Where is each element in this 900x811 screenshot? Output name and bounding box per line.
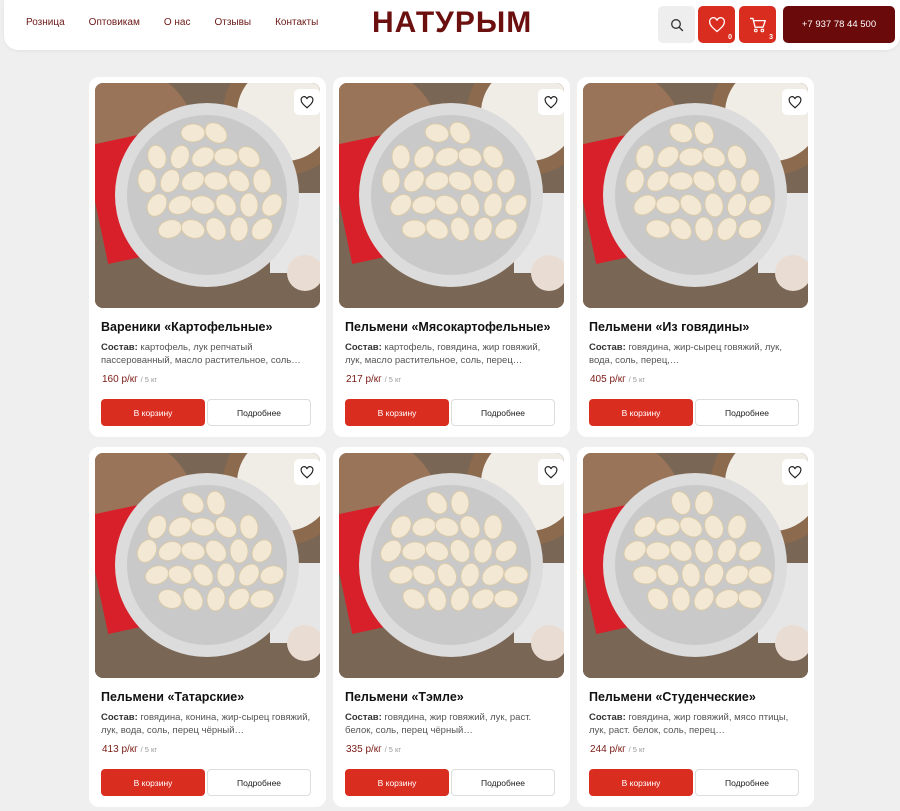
- composition-label: Состав:: [589, 712, 626, 723]
- product-photo[interactable]: [95, 453, 320, 678]
- add-to-cart-button[interactable]: В корзину: [345, 399, 449, 426]
- product-photo[interactable]: [339, 453, 564, 678]
- dumplings-photo-illustration: [583, 453, 808, 678]
- price-value: 413 р/кг: [102, 744, 138, 755]
- nav-about[interactable]: О нас: [164, 17, 191, 28]
- composition-label: Состав:: [345, 712, 382, 723]
- add-to-cart-button[interactable]: В корзину: [345, 769, 449, 796]
- heart-icon: [544, 465, 558, 479]
- product-title[interactable]: Пельмени «Из говядины»: [589, 320, 749, 334]
- product-title[interactable]: Пельмени «Татарские»: [101, 690, 244, 704]
- main-nav: Розница Оптовикам О нас Отзывы Контакты: [26, 17, 342, 28]
- product-photo[interactable]: [583, 83, 808, 308]
- details-button[interactable]: Подробнее: [207, 769, 311, 796]
- site-logo[interactable]: НАТУРЫМ: [372, 6, 532, 40]
- nav-reviews[interactable]: Отзывы: [214, 17, 251, 28]
- nav-contacts[interactable]: Контакты: [275, 17, 318, 28]
- details-button[interactable]: Подробнее: [695, 769, 799, 796]
- composition-label: Состав:: [101, 712, 138, 723]
- cart-button[interactable]: 3: [739, 6, 776, 43]
- heart-icon: [788, 95, 802, 109]
- favorites-button[interactable]: 0: [698, 6, 735, 43]
- add-to-cart-button[interactable]: В корзину: [589, 399, 693, 426]
- product-photo[interactable]: [339, 83, 564, 308]
- price-value: 217 р/кг: [346, 374, 382, 385]
- search-icon: [670, 18, 683, 31]
- product-card: Пельмени «Тэмле» Состав: говядина, жир г…: [333, 447, 570, 807]
- product-composition: Состав: говядина, жир-сырец говяжий, лук…: [589, 342, 804, 367]
- price-unit: / 5 кг: [140, 375, 158, 384]
- product-price: 244 р/кг / 5 кг: [590, 744, 645, 755]
- product-price: 335 р/кг / 5 кг: [346, 744, 401, 755]
- add-to-cart-button[interactable]: В корзину: [589, 769, 693, 796]
- add-to-favorites-button[interactable]: [538, 459, 564, 485]
- product-photo[interactable]: [583, 453, 808, 678]
- add-to-favorites-button[interactable]: [538, 89, 564, 115]
- price-unit: / 5 кг: [628, 375, 646, 384]
- product-card: Пельмени «Студенческие» Состав: говядина…: [577, 447, 814, 807]
- price-value: 244 р/кг: [590, 744, 626, 755]
- heart-icon: [544, 95, 558, 109]
- add-to-favorites-button[interactable]: [782, 89, 808, 115]
- nav-retail[interactable]: Розница: [26, 17, 65, 28]
- product-price: 160 р/кг / 5 кг: [102, 374, 157, 385]
- composition-label: Состав:: [589, 342, 626, 353]
- add-to-favorites-button[interactable]: [294, 89, 320, 115]
- product-composition: Состав: картофель, лук репчатый пассеров…: [101, 342, 316, 367]
- composition-label: Состав:: [101, 342, 138, 353]
- composition-label: Состав:: [345, 342, 382, 353]
- dumplings-photo-illustration: [339, 83, 564, 308]
- price-value: 160 р/кг: [102, 374, 138, 385]
- product-price: 405 р/кг / 5 кг: [590, 374, 645, 385]
- product-title[interactable]: Пельмени «Студенческие»: [589, 690, 756, 704]
- details-button[interactable]: Подробнее: [207, 399, 311, 426]
- heart-icon: [708, 16, 725, 32]
- product-composition: Состав: говядина, конина, жир-сырец говя…: [101, 712, 316, 737]
- product-title[interactable]: Пельмени «Мясокартофельные»: [345, 320, 550, 334]
- product-card: Пельмени «Мясокартофельные» Состав: карт…: [333, 77, 570, 437]
- price-unit: / 5 кг: [384, 375, 402, 384]
- heart-icon: [788, 465, 802, 479]
- add-to-cart-button[interactable]: В корзину: [101, 769, 205, 796]
- heart-icon: [300, 465, 314, 479]
- price-unit: / 5 кг: [140, 745, 158, 754]
- dumplings-photo-illustration: [95, 453, 320, 678]
- cart-icon: [749, 17, 766, 32]
- price-value: 405 р/кг: [590, 374, 626, 385]
- product-composition: Состав: картофель, говядина, жир говяжий…: [345, 342, 560, 367]
- nav-wholesale[interactable]: Оптовикам: [89, 17, 140, 28]
- dumplings-photo-illustration: [339, 453, 564, 678]
- product-composition: Состав: говядина, жир говяжий, мясо птиц…: [589, 712, 804, 737]
- details-button[interactable]: Подробнее: [695, 399, 799, 426]
- details-button[interactable]: Подробнее: [451, 769, 555, 796]
- dumplings-photo-illustration: [95, 83, 320, 308]
- product-photo[interactable]: [95, 83, 320, 308]
- price-unit: / 5 кг: [384, 745, 402, 754]
- search-button[interactable]: [658, 6, 695, 43]
- product-card: Пельмени «Из говядины» Состав: говядина,…: [577, 77, 814, 437]
- add-to-cart-button[interactable]: В корзину: [101, 399, 205, 426]
- details-button[interactable]: Подробнее: [451, 399, 555, 426]
- favorites-count: 0: [728, 34, 732, 41]
- price-unit: / 5 кг: [628, 745, 646, 754]
- product-title[interactable]: Пельмени «Тэмле»: [345, 690, 464, 704]
- product-price: 217 р/кг / 5 кг: [346, 374, 401, 385]
- site-header: Розница Оптовикам О нас Отзывы Контакты …: [4, 0, 900, 50]
- product-price: 413 р/кг / 5 кг: [102, 744, 157, 755]
- dumplings-photo-illustration: [583, 83, 808, 308]
- heart-icon: [300, 95, 314, 109]
- product-title[interactable]: Вареники «Картофельные»: [101, 320, 272, 334]
- cart-count: 3: [769, 34, 773, 41]
- phone-button[interactable]: +7 937 78 44 500: [783, 6, 895, 43]
- add-to-favorites-button[interactable]: [294, 459, 320, 485]
- product-card: Пельмени «Татарские» Состав: говядина, к…: [89, 447, 326, 807]
- product-card: Вареники «Картофельные» Состав: картофел…: [89, 77, 326, 437]
- add-to-favorites-button[interactable]: [782, 459, 808, 485]
- price-value: 335 р/кг: [346, 744, 382, 755]
- product-composition: Состав: говядина, жир говяжий, лук, раст…: [345, 712, 560, 737]
